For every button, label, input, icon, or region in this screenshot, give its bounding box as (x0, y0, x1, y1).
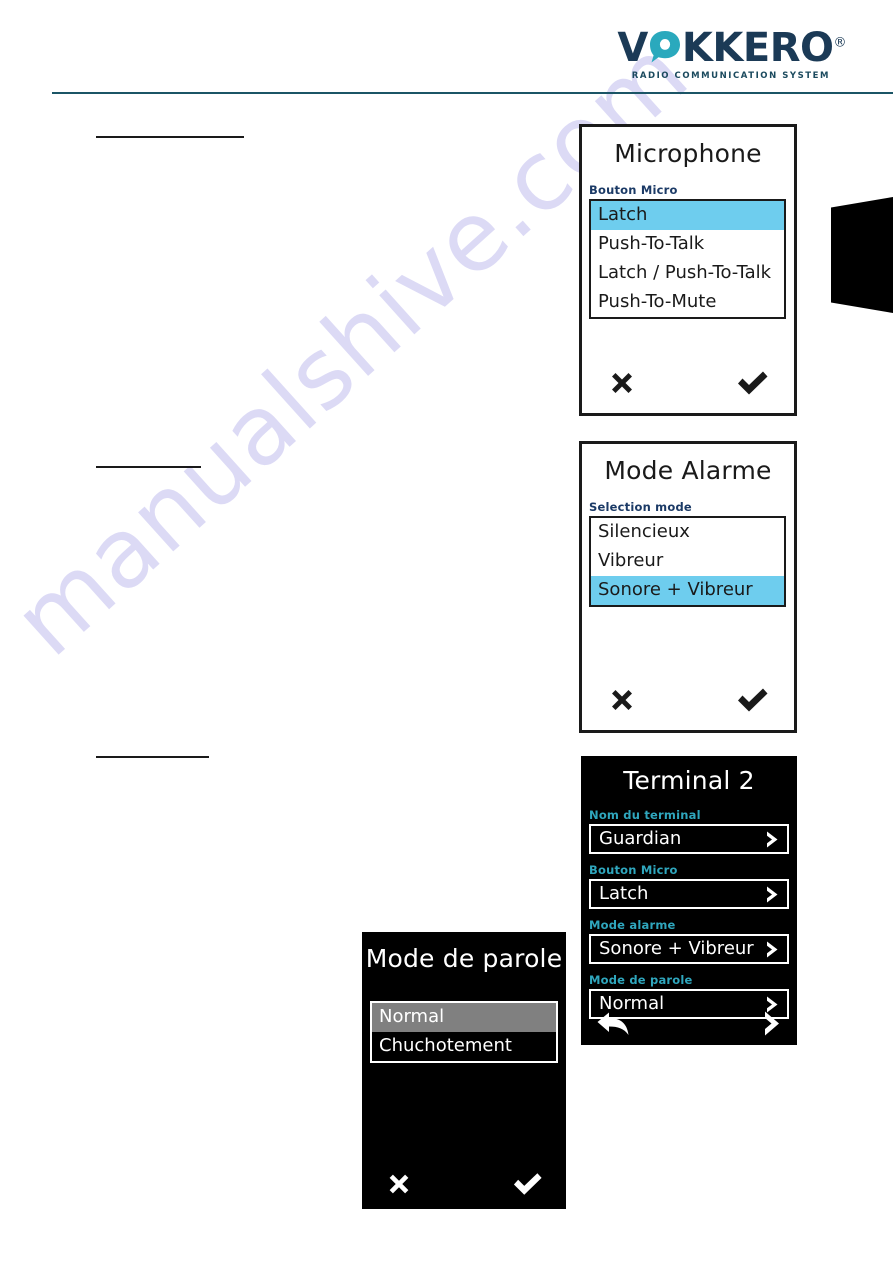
screen-footer (362, 1169, 566, 1199)
device-screen-microphone: Microphone Bouton Micro Latch Push-To-Ta… (579, 124, 797, 416)
screen-title: Terminal 2 (623, 766, 755, 795)
option-item[interactable]: Sonore + Vibreur (591, 576, 784, 605)
option-item[interactable]: Silencieux (591, 518, 784, 547)
field-label-nom-du-terminal: Nom du terminal (589, 808, 701, 822)
logo-letter-v: V (617, 25, 648, 71)
combo-value: Latch (599, 883, 649, 904)
redaction-rule-2 (96, 466, 201, 468)
check-icon[interactable] (512, 1169, 544, 1199)
chevron-right-icon[interactable] (761, 1010, 783, 1037)
header-divider-rule (52, 92, 893, 94)
logo-letters-kkero: KKERO (681, 25, 834, 71)
option-item[interactable]: Latch / Push-To-Talk (591, 259, 784, 288)
field-label-selection-mode: Selection mode (589, 500, 692, 514)
option-item[interactable]: Chuchotement (372, 1032, 556, 1061)
page-edge-tab (831, 197, 893, 313)
device-screen-terminal-2: Terminal 2 Nom du terminal Guardian Bout… (581, 756, 797, 1045)
device-screen-mode-alarme: Mode Alarme Selection mode Silencieux Vi… (579, 441, 797, 733)
screen-footer (582, 684, 794, 716)
option-item[interactable]: Push-To-Mute (591, 288, 784, 317)
combo-mode-alarme[interactable]: Sonore + Vibreur (589, 934, 789, 964)
option-item[interactable]: Normal (372, 1003, 556, 1032)
combo-bouton-micro[interactable]: Latch (589, 879, 789, 909)
combo-value: Sonore + Vibreur (599, 938, 754, 959)
page-header: V KKERO® RADIO COMMUNICATION SYSTEM (0, 0, 893, 105)
vokkero-logo: V KKERO® RADIO COMMUNICATION SYSTEM (617, 28, 846, 81)
screen-title: Mode Alarme (604, 456, 772, 485)
redaction-rule-1 (96, 136, 244, 138)
logo-wordmark: V KKERO® (617, 28, 846, 68)
field-label-mode-alarme: Mode alarme (589, 918, 676, 932)
screen-footer (582, 367, 794, 399)
combo-value: Guardian (599, 828, 682, 849)
field-label-bouton-micro: Bouton Micro (589, 183, 678, 197)
cross-icon[interactable] (606, 367, 638, 399)
option-list-mode-de-parole: Normal Chuchotement (370, 1001, 558, 1063)
option-item[interactable]: Vibreur (591, 547, 784, 576)
combo-nom-du-terminal[interactable]: Guardian (589, 824, 789, 854)
chevron-right-icon (764, 885, 781, 904)
registered-mark: ® (833, 35, 847, 51)
option-list-selection-mode: Silencieux Vibreur Sonore + Vibreur (589, 516, 786, 607)
screen-footer (581, 1010, 797, 1037)
chevron-right-icon (764, 830, 781, 849)
screen-title: Microphone (614, 139, 762, 168)
screen-title: Mode de parole (365, 944, 563, 973)
check-icon[interactable] (736, 684, 770, 716)
option-item[interactable]: Push-To-Talk (591, 230, 784, 259)
option-list-bouton-micro: Latch Push-To-Talk Latch / Push-To-Talk … (589, 199, 786, 319)
logo-tagline: RADIO COMMUNICATION SYSTEM (631, 71, 830, 81)
chevron-right-icon (764, 940, 781, 959)
cross-icon[interactable] (384, 1169, 414, 1199)
speech-bubble-o-icon (648, 28, 682, 68)
redaction-rule-3 (96, 756, 209, 758)
field-label-bouton-micro: Bouton Micro (589, 863, 678, 877)
option-item[interactable]: Latch (591, 201, 784, 230)
field-label-mode-de-parole: Mode de parole (589, 973, 693, 987)
device-screen-mode-de-parole: Mode de parole Normal Chuchotement (362, 932, 566, 1209)
cross-icon[interactable] (606, 684, 638, 716)
check-icon[interactable] (736, 367, 770, 399)
back-arrow-icon[interactable] (595, 1011, 631, 1037)
